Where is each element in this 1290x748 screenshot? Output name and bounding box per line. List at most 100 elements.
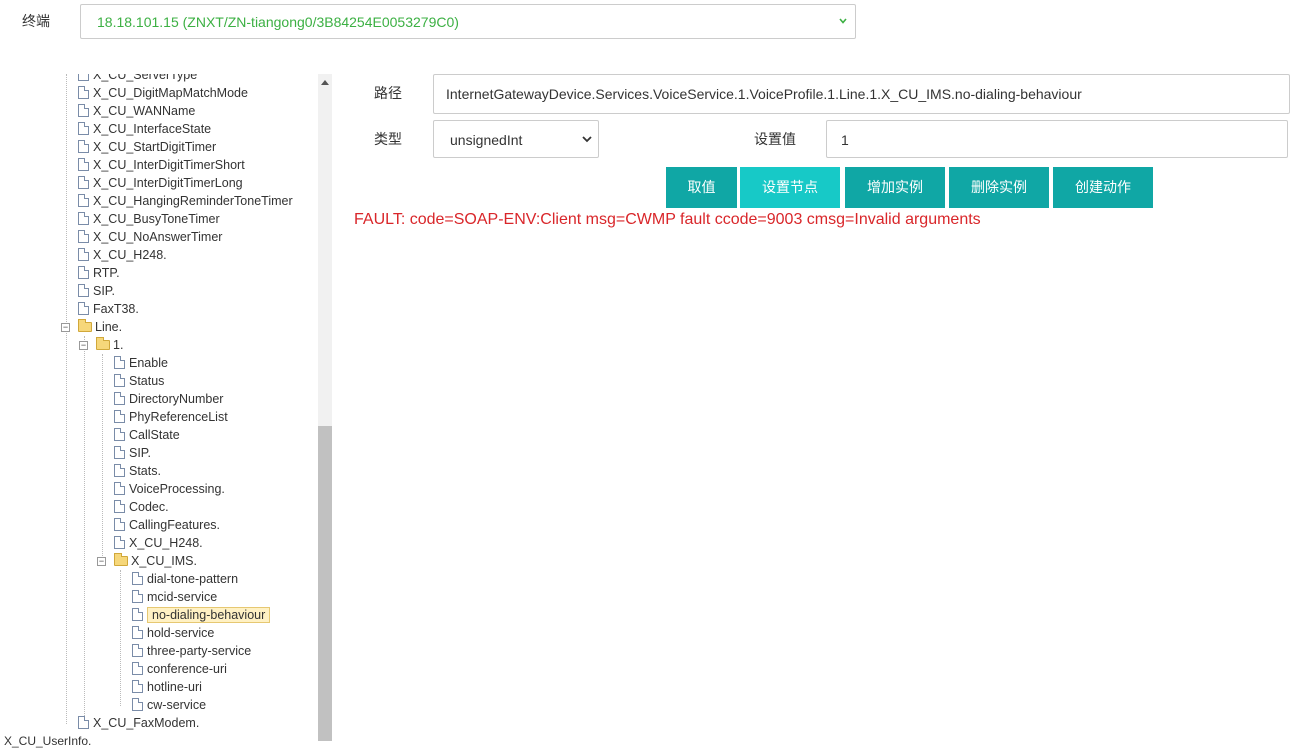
tree-leaf-node[interactable]: CallState: [114, 426, 180, 444]
tree-node-label: RTP.: [93, 266, 120, 280]
tree-leaf-node[interactable]: PhyReferenceList: [114, 408, 228, 426]
tree-node-label: mcid-service: [147, 590, 218, 604]
add-instance-button[interactable]: 增加实例: [845, 167, 945, 208]
tree-node-label: PhyReferenceList: [129, 410, 228, 424]
tree-node-label: X_CU_NoAnswerTimer: [93, 230, 223, 244]
tree-node-label: FaxT38.: [93, 302, 139, 316]
tree-leaf-node[interactable]: three-party-service: [132, 642, 251, 660]
tree-node-label: Enable: [129, 356, 168, 370]
tree-node-label: Stats.: [129, 464, 161, 478]
type-select[interactable]: unsignedInt: [433, 120, 599, 158]
tree-leaf-node[interactable]: X_CU_ServerType: [78, 74, 197, 84]
tree-leaf-node[interactable]: CallingFeatures.: [114, 516, 220, 534]
document-icon: [78, 122, 89, 135]
tree-leaf-node[interactable]: dial-tone-pattern: [132, 570, 238, 588]
terminal-select[interactable]: 18.18.101.15 (ZNXT/ZN-tiangong0/3B84254E…: [80, 4, 856, 39]
document-icon: [78, 302, 89, 315]
document-icon: [132, 572, 143, 585]
tree-leaf-node[interactable]: Codec.: [114, 498, 169, 516]
tree-node-label: SIP.: [129, 446, 152, 460]
tree-node-label: X_CU_H248.: [129, 536, 203, 550]
tree-leaf-node[interactable]: X_CU_H248.: [78, 246, 167, 264]
document-icon: [132, 608, 143, 621]
tree-leaf-node[interactable]: Stats.: [114, 462, 161, 480]
document-icon: [78, 158, 89, 171]
tree-leaf-node[interactable]: Enable: [114, 354, 168, 372]
document-icon: [114, 536, 125, 549]
tree-leaf-node-partial[interactable]: X_CU_UserInfo.: [4, 734, 91, 748]
tree-node-label: X_CU_DigitMapMatchMode: [93, 86, 248, 100]
tree-node-label: cw-service: [147, 698, 207, 712]
tree-guide-line: [120, 570, 121, 706]
scroll-up-arrow-icon[interactable]: [321, 80, 329, 85]
delete-instance-button[interactable]: 删除实例: [949, 167, 1049, 208]
type-select-value: unsignedInt: [450, 132, 523, 148]
tree-leaf-node[interactable]: X_CU_DigitMapMatchMode: [78, 84, 248, 102]
collapse-toggle-icon[interactable]: −: [79, 341, 88, 350]
create-action-button[interactable]: 创建动作: [1053, 167, 1153, 208]
tree-leaf-node[interactable]: conference-uri: [132, 660, 227, 678]
tree-leaf-node[interactable]: X_CU_BusyToneTimer: [78, 210, 220, 228]
tree-guide-line: [84, 336, 85, 724]
folder-open-icon: [96, 337, 110, 350]
tree-leaf-node[interactable]: X_CU_WANName: [78, 102, 195, 120]
tree-node-label: three-party-service: [147, 644, 252, 658]
tree-folder-node[interactable]: − 1.: [79, 336, 123, 354]
tree-node-label: Codec.: [129, 500, 169, 514]
tree-node-label: Line.: [95, 320, 123, 334]
set-value-label: 设置值: [754, 131, 796, 147]
tree-leaf-node[interactable]: FaxT38.: [78, 300, 139, 318]
tree-leaf-node[interactable]: X_CU_NoAnswerTimer: [78, 228, 222, 246]
tree-leaf-node[interactable]: X_CU_InterDigitTimerShort: [78, 156, 245, 174]
tree-leaf-node[interactable]: VoiceProcessing.: [114, 480, 225, 498]
get-value-button[interactable]: 取值: [666, 167, 737, 208]
path-input[interactable]: InternetGatewayDevice.Services.VoiceServ…: [433, 74, 1290, 114]
tree-leaf-node[interactable]: SIP.: [114, 444, 151, 462]
document-icon: [114, 356, 125, 369]
tree-leaf-node[interactable]: cw-service: [132, 696, 206, 714]
tree-node-label: Status: [129, 374, 165, 388]
document-icon: [78, 284, 89, 297]
collapse-toggle-icon[interactable]: −: [97, 557, 106, 566]
tree-node-label: X_CU_ServerType: [93, 74, 198, 82]
tree-leaf-node[interactable]: mcid-service: [132, 588, 217, 606]
document-icon: [114, 428, 125, 441]
document-icon: [78, 140, 89, 153]
tree-leaf-node[interactable]: X_CU_StartDigitTimer: [78, 138, 216, 156]
tree-folder-node[interactable]: − X_CU_IMS.: [97, 552, 197, 570]
path-input-value: InternetGatewayDevice.Services.VoiceServ…: [446, 86, 1082, 102]
document-icon: [132, 626, 143, 639]
tree-node-label: conference-uri: [147, 662, 227, 676]
tree-leaf-node[interactable]: X_CU_InterDigitTimerLong: [78, 174, 243, 192]
document-icon: [114, 500, 125, 513]
chevron-down-icon: [839, 18, 847, 24]
tree-leaf-node[interactable]: SIP.: [78, 282, 115, 300]
folder-open-icon: [78, 319, 92, 332]
tree-leaf-node[interactable]: X_CU_FaxModem.: [78, 714, 199, 732]
document-icon: [114, 482, 125, 495]
document-icon: [132, 698, 143, 711]
tree-leaf-node[interactable]: X_CU_HangingReminderToneTimer: [78, 192, 293, 210]
tree-leaf-node[interactable]: X_CU_InterfaceState: [78, 120, 211, 138]
tree-leaf-node[interactable]: hotline-uri: [132, 678, 202, 696]
tree-leaf-node[interactable]: RTP.: [78, 264, 120, 282]
set-value-input[interactable]: 1: [826, 120, 1288, 158]
document-icon: [78, 716, 89, 729]
tree-folder-node[interactable]: − Line.: [61, 318, 123, 336]
tree-scrollbar-thumb[interactable]: [318, 426, 332, 741]
terminal-label: 终端: [22, 13, 50, 29]
tree-leaf-node[interactable]: no-dialing-behaviour: [132, 606, 271, 624]
collapse-toggle-icon[interactable]: −: [61, 323, 70, 332]
document-icon: [114, 392, 125, 405]
tree-leaf-node[interactable]: DirectoryNumber: [114, 390, 223, 408]
document-icon: [114, 410, 125, 423]
set-node-button[interactable]: 设置节点: [740, 167, 840, 208]
document-icon: [132, 680, 143, 693]
tree-node-label: CallState: [129, 428, 180, 442]
tree-leaf-node[interactable]: Status: [114, 372, 164, 390]
chevron-down-icon: [582, 136, 592, 143]
document-icon: [114, 446, 125, 459]
tree-leaf-node[interactable]: hold-service: [132, 624, 214, 642]
tree-leaf-node[interactable]: X_CU_H248.: [114, 534, 203, 552]
folder-open-icon: [114, 553, 128, 566]
